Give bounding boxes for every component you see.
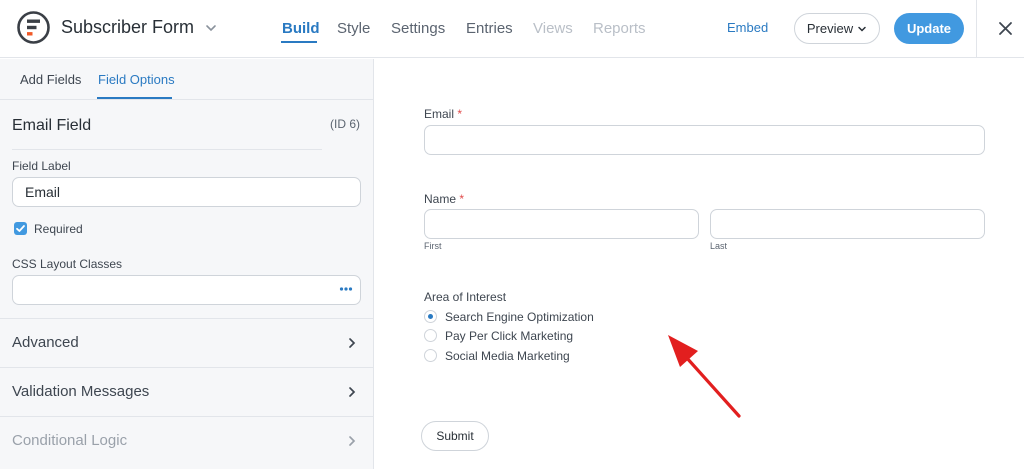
email-field-label: Email * (424, 107, 462, 121)
section-validation-messages[interactable]: Validation Messages (0, 367, 373, 416)
required-checkbox[interactable] (14, 222, 27, 235)
field-heading: Email Field (12, 117, 92, 134)
sidebar-tabs: Add Fields Field Options (0, 59, 374, 100)
tab-reports[interactable]: Reports (593, 20, 646, 37)
required-marker: * (457, 107, 463, 121)
first-name-field[interactable] (424, 209, 699, 239)
required-marker: * (459, 192, 465, 206)
section-label: Validation Messages (12, 383, 150, 400)
section-advanced[interactable]: Advanced (0, 318, 373, 367)
formidable-logo-icon[interactable] (17, 11, 50, 44)
red-arrow-icon (668, 335, 741, 418)
email-label-text: Email (424, 107, 455, 121)
radio-label-seo[interactable]: Search Engine Optimization (445, 310, 594, 324)
tab-settings[interactable]: Settings (391, 20, 445, 37)
chevron-down-icon (858, 26, 866, 32)
chevron-right-icon (349, 387, 356, 397)
name-label-text: Name (424, 192, 457, 206)
preview-button[interactable]: Preview (794, 13, 880, 44)
last-name-field[interactable] (710, 209, 985, 239)
chevron-right-icon (349, 436, 356, 446)
radio-social[interactable] (424, 349, 437, 362)
email-field[interactable] (424, 125, 985, 155)
field-options-sidebar: Add Fields Field Options Email Field (ID… (0, 59, 374, 469)
tab-entries[interactable]: Entries (466, 20, 513, 37)
required-label: Required (34, 222, 83, 236)
last-sublabel: Last (710, 241, 728, 251)
embed-link[interactable]: Embed (727, 20, 768, 35)
field-id: (ID 6) (330, 117, 360, 131)
checkmark-icon (16, 225, 25, 232)
preview-button-label: Preview (806, 21, 854, 36)
active-tab-indicator (281, 41, 317, 43)
chevron-right-icon (349, 338, 356, 348)
close-icon[interactable] (997, 20, 1014, 37)
name-field-label: Name * (424, 192, 464, 206)
more-dots-icon[interactable] (339, 286, 353, 292)
radio-seo[interactable] (424, 310, 437, 323)
tab-build[interactable]: Build (282, 20, 320, 37)
field-label-input[interactable] (12, 177, 361, 207)
field-label-caption: Field Label (12, 159, 71, 173)
tab-add-fields[interactable]: Add Fields (20, 72, 81, 87)
css-classes-caption: CSS Layout Classes (12, 257, 123, 271)
divider (12, 149, 322, 150)
interest-field-label: Area of Interest (424, 290, 507, 304)
submit-button[interactable]: Submit (421, 421, 489, 451)
update-button[interactable]: Update (894, 13, 964, 44)
section-conditional-logic[interactable]: Conditional Logic (0, 416, 373, 465)
section-label: Advanced (12, 334, 79, 351)
tab-style[interactable]: Style (337, 20, 370, 37)
css-classes-input[interactable] (12, 275, 361, 305)
tab-field-options[interactable]: Field Options (98, 72, 175, 87)
radio-label-social[interactable]: Social Media Marketing (445, 349, 570, 363)
tab-views[interactable]: Views (533, 20, 573, 37)
active-tab-indicator (97, 97, 172, 99)
top-bar: Subscriber Form Build Style Settings Ent… (0, 0, 1024, 58)
form-title[interactable]: Subscriber Form (61, 17, 194, 38)
section-label: Conditional Logic (12, 432, 128, 449)
radio-ppc[interactable] (424, 329, 437, 342)
chevron-down-icon[interactable] (204, 21, 218, 35)
divider (976, 0, 977, 58)
radio-label-ppc[interactable]: Pay Per Click Marketing (445, 329, 573, 343)
first-sublabel: First (424, 241, 442, 251)
